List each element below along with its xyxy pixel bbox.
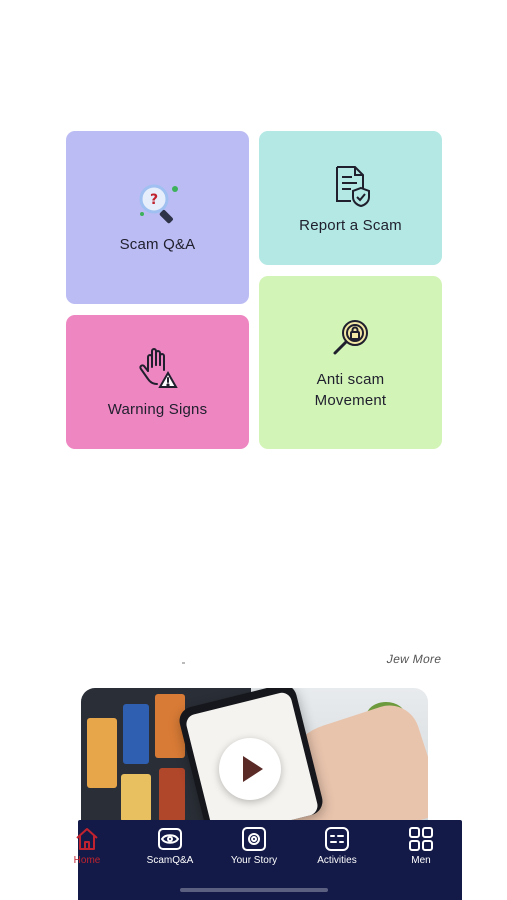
tile-report-scam[interactable]: Report a Scam bbox=[259, 131, 442, 265]
magnifier-lock-icon bbox=[333, 319, 368, 354]
tab-menu-label: Men bbox=[411, 855, 431, 866]
video-card[interactable] bbox=[81, 688, 428, 828]
view-more-link[interactable]: Jew More bbox=[385, 652, 442, 666]
document-shield-icon bbox=[335, 165, 370, 207]
tab-your-story-label: Your Story bbox=[230, 855, 278, 866]
home-icon bbox=[76, 828, 98, 850]
tab-activities-label: Activities bbox=[317, 855, 357, 866]
tab-activities[interactable]: Activities bbox=[302, 826, 372, 866]
play-button[interactable] bbox=[219, 738, 281, 800]
tile-scam-qa-label: Scam Q&A bbox=[119, 236, 196, 253]
activities-icon bbox=[325, 827, 349, 851]
svg-text:?: ? bbox=[149, 192, 157, 208]
play-icon bbox=[243, 756, 263, 782]
tile-anti-scam-movement-label: Anti scam Movement bbox=[314, 370, 387, 409]
tab-scam-qa[interactable]: ScamQ&A bbox=[135, 826, 205, 866]
tile-warning-signs-label: Warning Signs bbox=[107, 400, 208, 418]
tile-report-scam-label: Report a Scam bbox=[299, 216, 402, 234]
hand-warning-icon bbox=[138, 347, 178, 388]
eye-icon bbox=[158, 828, 182, 850]
divider-dot bbox=[182, 662, 185, 664]
tile-warning-signs[interactable]: Warning Signs bbox=[66, 315, 249, 449]
tab-your-story[interactable]: Your Story bbox=[219, 826, 289, 866]
tile-anti-scam-movement[interactable]: Anti scam Movement bbox=[259, 276, 442, 449]
tab-home-label: Home bbox=[73, 855, 101, 866]
tab-menu[interactable]: Men bbox=[386, 826, 456, 866]
tab-home[interactable]: Home bbox=[52, 826, 122, 866]
home-indicator bbox=[180, 888, 328, 892]
grid-icon bbox=[409, 827, 433, 851]
tile-scam-qa[interactable]: ? Scam Q&A bbox=[66, 131, 249, 304]
magnifier-question-icon: ? bbox=[139, 184, 178, 224]
tab-scam-qa-label: ScamQ&A bbox=[146, 855, 194, 866]
story-icon bbox=[242, 827, 266, 851]
